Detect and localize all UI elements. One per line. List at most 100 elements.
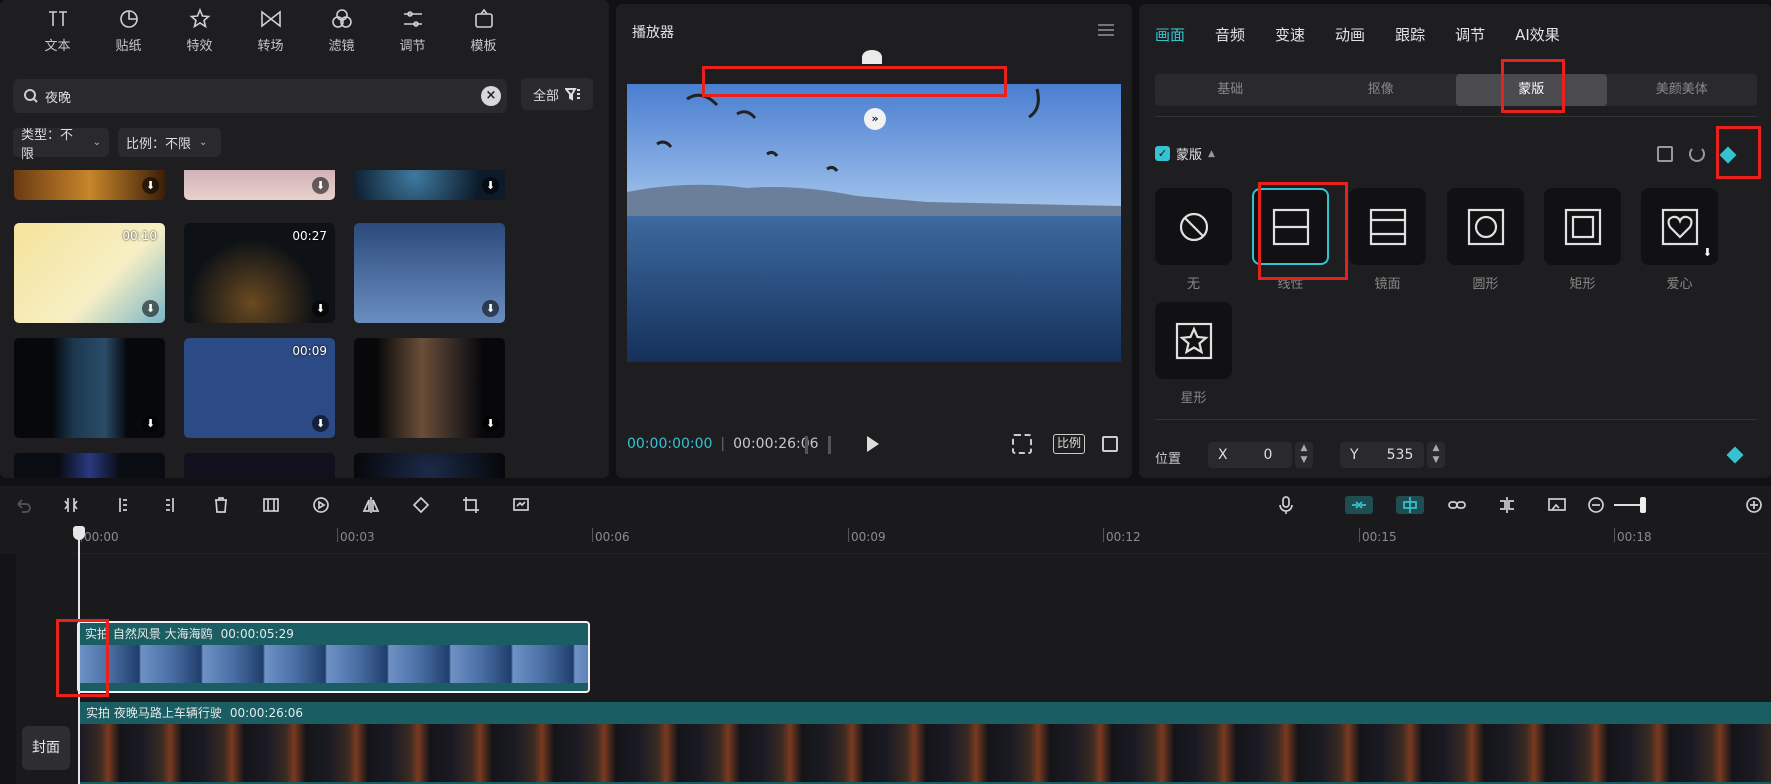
asset-thumbnail[interactable]: ⬇: [184, 170, 335, 200]
subtab-basic[interactable]: 基础: [1155, 74, 1306, 106]
asset-thumbnail[interactable]: 00:09 ⬇: [184, 338, 335, 438]
subtab-beauty[interactable]: 美颜美体: [1607, 74, 1758, 106]
position-y-stepper[interactable]: ▲ ▼: [1427, 442, 1445, 468]
download-icon[interactable]: ⬇: [142, 415, 159, 432]
tool-effects[interactable]: 特效: [164, 0, 235, 60]
asset-thumbnail[interactable]: [14, 453, 165, 478]
time-ruler[interactable]: 00:00 00:03 00:06 00:09 00:12 00:15 00:1…: [70, 524, 1771, 554]
play-icon[interactable]: [867, 436, 879, 452]
mask-option-circle[interactable]: 圆形: [1447, 188, 1524, 292]
menu-icon[interactable]: [1098, 24, 1114, 36]
invert-mask-icon[interactable]: [1657, 146, 1673, 162]
auto-snap-button[interactable]: [1396, 496, 1424, 514]
tab-speed[interactable]: 变速: [1275, 24, 1305, 45]
tool-sticker[interactable]: 贴纸: [93, 0, 164, 60]
trim-left-button[interactable]: [113, 496, 131, 514]
video-clip-night-road[interactable]: 实拍 夜晚马路上车辆行驶 00:00:26:06: [80, 702, 1771, 784]
tool-text[interactable]: 文本: [22, 0, 93, 60]
annotation-box: [1501, 59, 1565, 113]
video-clip-seagull[interactable]: 实拍 自然风景 大海海鸥 00:00:05:29: [77, 621, 590, 693]
ratio-button[interactable]: 比例: [1053, 434, 1086, 454]
split-icon: [64, 498, 78, 512]
fullscreen-icon[interactable]: [1102, 436, 1118, 452]
mirror-button[interactable]: [362, 496, 380, 514]
search-icon: [24, 89, 38, 103]
asset-thumbnail[interactable]: [184, 453, 335, 478]
rotate-button[interactable]: [412, 496, 430, 514]
mask-option-star[interactable]: 星形: [1155, 302, 1232, 406]
mask-option-none[interactable]: 无: [1155, 188, 1232, 292]
trim-right-button[interactable]: [162, 496, 180, 514]
mask-option-mirror[interactable]: 镜面: [1349, 188, 1426, 292]
download-icon[interactable]: ⬇: [142, 300, 159, 317]
reverse-icon: [313, 497, 329, 513]
download-icon[interactable]: ⬇: [312, 300, 329, 317]
position-y-input[interactable]: Y 535: [1340, 442, 1424, 468]
tool-adjust[interactable]: 调节: [377, 0, 448, 60]
tab-adjust[interactable]: 调节: [1455, 24, 1485, 45]
zoom-slider-thumb[interactable]: [1640, 497, 1646, 513]
timeline-thumbnail-button[interactable]: [1548, 496, 1566, 514]
asset-thumbnail[interactable]: ⬇: [14, 170, 165, 200]
smart-edit-button[interactable]: [512, 496, 530, 514]
mirror-icon: [362, 497, 380, 513]
tab-ai-effects[interactable]: AI效果: [1515, 24, 1560, 45]
download-icon[interactable]: ⬇: [482, 415, 499, 432]
mask-enable-checkbox[interactable]: ✓: [1155, 146, 1170, 161]
zoom-slider-track[interactable]: [1614, 504, 1642, 506]
reverse-button[interactable]: [312, 496, 330, 514]
type-filter-dropdown[interactable]: 类型：不限 ⌄: [13, 128, 109, 162]
waveform-grid-icon[interactable]: [805, 436, 831, 454]
mask-option-rectangle[interactable]: 矩形: [1544, 188, 1621, 292]
asset-thumbnail[interactable]: 00:27 ⬇: [184, 223, 335, 323]
reset-icon[interactable]: [1689, 146, 1705, 162]
preview-axis-button[interactable]: [1498, 496, 1516, 514]
undo-button[interactable]: [14, 496, 32, 514]
search-input[interactable]: 夜晚 ×: [13, 79, 507, 113]
asset-thumbnail[interactable]: ⬇: [354, 223, 505, 323]
subtab-cutout[interactable]: 抠像: [1306, 74, 1457, 106]
tool-transition[interactable]: 转场: [235, 0, 306, 60]
tool-template[interactable]: 模板: [448, 0, 519, 60]
asset-thumbnail[interactable]: ⬇: [354, 338, 505, 438]
tab-picture[interactable]: 画面: [1155, 24, 1185, 45]
clip-name: 实拍 夜晚马路上车辆行驶: [86, 706, 222, 720]
trash-icon: [215, 497, 227, 513]
ratio-filter-dropdown[interactable]: 比例：不限 ⌄: [118, 128, 221, 157]
position-x-input[interactable]: X0: [1208, 442, 1292, 468]
clear-search-button[interactable]: ×: [481, 86, 501, 106]
link-button[interactable]: [1448, 496, 1466, 514]
fit-view-icon[interactable]: [1012, 434, 1032, 454]
download-icon[interactable]: ⬇: [482, 177, 499, 194]
track-header: [0, 554, 16, 784]
position-keyframe-icon[interactable]: [1726, 446, 1744, 464]
download-icon[interactable]: ⬇: [142, 177, 159, 194]
mask-feather-handle[interactable]: »: [864, 108, 886, 130]
main-track-magnet-button[interactable]: [1345, 496, 1373, 514]
zoom-out-button[interactable]: [1587, 496, 1605, 514]
crop-button[interactable]: [462, 496, 480, 514]
split-button[interactable]: [62, 496, 80, 514]
cover-button[interactable]: 封面: [22, 726, 70, 770]
tab-animation[interactable]: 动画: [1335, 24, 1365, 45]
download-icon[interactable]: ⬇: [312, 177, 329, 194]
zoom-in-button[interactable]: [1745, 496, 1763, 514]
asset-thumbnail[interactable]: ⬇: [354, 170, 505, 200]
freeze-button[interactable]: [262, 496, 280, 514]
asset-thumbnail[interactable]: [354, 453, 505, 478]
mask-rotate-handle[interactable]: [862, 50, 882, 64]
asset-thumbnail[interactable]: ⬇: [14, 338, 165, 438]
tool-filter[interactable]: 滤镜: [306, 0, 377, 60]
position-x-stepper[interactable]: ▲ ▼: [1295, 442, 1313, 468]
download-icon[interactable]: ⬇: [482, 300, 499, 317]
download-icon[interactable]: ⬇: [312, 415, 329, 432]
mask-option-heart[interactable]: ⬇ 爱心: [1641, 188, 1718, 292]
delete-button[interactable]: [212, 496, 230, 514]
all-filter-button[interactable]: 全部: [521, 78, 593, 110]
tab-audio[interactable]: 音频: [1215, 24, 1245, 45]
tab-tracking[interactable]: 跟踪: [1395, 24, 1425, 45]
asset-thumbnail[interactable]: 00:10 ⬇: [14, 223, 165, 323]
record-audio-button[interactable]: [1277, 496, 1295, 514]
download-icon[interactable]: ⬇: [1703, 246, 1712, 259]
collapse-caret-icon[interactable]: ▲: [1208, 149, 1215, 159]
